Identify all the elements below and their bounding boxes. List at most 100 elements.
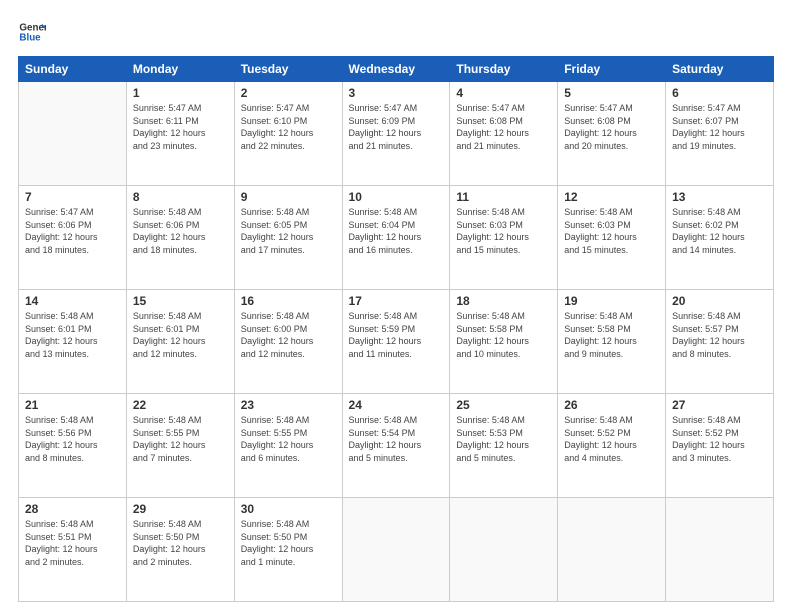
day-number: 15 [133, 294, 228, 308]
day-info: Sunrise: 5:48 AM Sunset: 5:56 PM Dayligh… [25, 414, 120, 464]
day-info: Sunrise: 5:48 AM Sunset: 5:52 PM Dayligh… [564, 414, 659, 464]
day-number: 11 [456, 190, 551, 204]
day-info: Sunrise: 5:48 AM Sunset: 5:50 PM Dayligh… [133, 518, 228, 568]
day-number: 21 [25, 398, 120, 412]
day-number: 3 [349, 86, 444, 100]
calendar-cell: 16 Sunrise: 5:48 AM Sunset: 6:00 PM Dayli… [234, 290, 342, 394]
weekday-header: Saturday [666, 57, 774, 82]
calendar-cell [558, 498, 666, 602]
calendar-cell: 26 Sunrise: 5:48 AM Sunset: 5:52 PM Dayli… [558, 394, 666, 498]
calendar-cell: 7 Sunrise: 5:47 AM Sunset: 6:06 PM Daylig… [19, 186, 127, 290]
weekday-header: Tuesday [234, 57, 342, 82]
svg-text:Blue: Blue [19, 32, 41, 43]
calendar-cell: 13 Sunrise: 5:48 AM Sunset: 6:02 PM Dayli… [666, 186, 774, 290]
weekday-header: Wednesday [342, 57, 450, 82]
calendar-cell [19, 82, 127, 186]
day-number: 10 [349, 190, 444, 204]
calendar-cell: 15 Sunrise: 5:48 AM Sunset: 6:01 PM Dayli… [126, 290, 234, 394]
calendar-cell: 23 Sunrise: 5:48 AM Sunset: 5:55 PM Dayli… [234, 394, 342, 498]
calendar-table: SundayMondayTuesdayWednesdayThursdayFrid… [18, 56, 774, 602]
day-info: Sunrise: 5:47 AM Sunset: 6:08 PM Dayligh… [564, 102, 659, 152]
day-number: 12 [564, 190, 659, 204]
calendar-cell [666, 498, 774, 602]
calendar-cell: 10 Sunrise: 5:48 AM Sunset: 6:04 PM Dayli… [342, 186, 450, 290]
day-number: 4 [456, 86, 551, 100]
day-number: 27 [672, 398, 767, 412]
day-number: 25 [456, 398, 551, 412]
day-number: 8 [133, 190, 228, 204]
day-info: Sunrise: 5:48 AM Sunset: 6:00 PM Dayligh… [241, 310, 336, 360]
day-number: 29 [133, 502, 228, 516]
day-info: Sunrise: 5:48 AM Sunset: 5:59 PM Dayligh… [349, 310, 444, 360]
day-number: 6 [672, 86, 767, 100]
calendar-cell: 21 Sunrise: 5:48 AM Sunset: 5:56 PM Dayli… [19, 394, 127, 498]
day-number: 17 [349, 294, 444, 308]
day-number: 1 [133, 86, 228, 100]
day-info: Sunrise: 5:48 AM Sunset: 6:02 PM Dayligh… [672, 206, 767, 256]
day-number: 16 [241, 294, 336, 308]
calendar-cell [450, 498, 558, 602]
calendar-cell: 30Sunrise: 5:48 AM Sunset: 5:50 PM Dayli… [234, 498, 342, 602]
calendar-cell: 4 Sunrise: 5:47 AM Sunset: 6:08 PM Daylig… [450, 82, 558, 186]
day-info: Sunrise: 5:48 AM Sunset: 6:01 PM Dayligh… [133, 310, 228, 360]
calendar-cell: 29 Sunrise: 5:48 AM Sunset: 5:50 PM Dayli… [126, 498, 234, 602]
day-number: 19 [564, 294, 659, 308]
day-number: 5 [564, 86, 659, 100]
calendar-cell: 22 Sunrise: 5:48 AM Sunset: 5:55 PM Dayli… [126, 394, 234, 498]
day-info: Sunrise: 5:47 AM Sunset: 6:08 PM Dayligh… [456, 102, 551, 152]
weekday-header: Monday [126, 57, 234, 82]
day-number: 20 [672, 294, 767, 308]
day-number: 24 [349, 398, 444, 412]
calendar-cell: 1 Sunrise: 5:47 AM Sunset: 6:11 PM Daylig… [126, 82, 234, 186]
calendar-cell: 18 Sunrise: 5:48 AM Sunset: 5:58 PM Dayli… [450, 290, 558, 394]
logo: General Blue [18, 18, 46, 46]
calendar-cell: 28 Sunrise: 5:48 AM Sunset: 5:51 PM Dayli… [19, 498, 127, 602]
day-info: Sunrise: 5:48 AM Sunset: 5:54 PM Dayligh… [349, 414, 444, 464]
day-number: 14 [25, 294, 120, 308]
day-info: Sunrise: 5:47 AM Sunset: 6:11 PM Dayligh… [133, 102, 228, 152]
day-number: 18 [456, 294, 551, 308]
calendar-cell: 5 Sunrise: 5:47 AM Sunset: 6:08 PM Daylig… [558, 82, 666, 186]
calendar-cell: 12 Sunrise: 5:48 AM Sunset: 6:03 PM Dayli… [558, 186, 666, 290]
day-info: Sunrise: 5:47 AM Sunset: 6:07 PM Dayligh… [672, 102, 767, 152]
day-info: Sunrise: 5:48 AM Sunset: 5:53 PM Dayligh… [456, 414, 551, 464]
day-info: Sunrise: 5:48 AM Sunset: 6:01 PM Dayligh… [25, 310, 120, 360]
calendar-cell: 6 Sunrise: 5:47 AM Sunset: 6:07 PM Daylig… [666, 82, 774, 186]
day-info: Sunrise: 5:48 AM Sunset: 5:52 PM Dayligh… [672, 414, 767, 464]
day-number: 7 [25, 190, 120, 204]
calendar-cell: 9 Sunrise: 5:48 AM Sunset: 6:05 PM Daylig… [234, 186, 342, 290]
calendar-cell: 3 Sunrise: 5:47 AM Sunset: 6:09 PM Daylig… [342, 82, 450, 186]
day-info: Sunrise: 5:48 AM Sunset: 6:05 PM Dayligh… [241, 206, 336, 256]
day-number: 9 [241, 190, 336, 204]
day-info: Sunrise: 5:48 AM Sunset: 6:03 PM Dayligh… [564, 206, 659, 256]
day-info: Sunrise: 5:48 AM Sunset: 5:51 PM Dayligh… [25, 518, 120, 568]
header: General Blue [18, 18, 774, 46]
calendar-cell: 27 Sunrise: 5:48 AM Sunset: 5:52 PM Dayli… [666, 394, 774, 498]
day-info: Sunrise: 5:48 AM Sunset: 5:58 PM Dayligh… [564, 310, 659, 360]
calendar-cell: 17 Sunrise: 5:48 AM Sunset: 5:59 PM Dayli… [342, 290, 450, 394]
calendar-cell: 20 Sunrise: 5:48 AM Sunset: 5:57 PM Dayli… [666, 290, 774, 394]
day-info: Sunrise: 5:48 AM Sunset: 5:55 PM Dayligh… [133, 414, 228, 464]
day-info: Sunrise: 5:48 AM Sunset: 5:58 PM Dayligh… [456, 310, 551, 360]
day-info: Sunrise: 5:47 AM Sunset: 6:06 PM Dayligh… [25, 206, 120, 256]
calendar-cell [342, 498, 450, 602]
day-info: Sunrise: 5:48 AM Sunset: 6:04 PM Dayligh… [349, 206, 444, 256]
calendar-cell: 14 Sunrise: 5:48 AM Sunset: 6:01 PM Dayli… [19, 290, 127, 394]
day-number: 13 [672, 190, 767, 204]
day-info: Sunrise: 5:47 AM Sunset: 6:10 PM Dayligh… [241, 102, 336, 152]
day-number: 26 [564, 398, 659, 412]
day-info: Sunrise: 5:48 AM Sunset: 5:50 PM Dayligh… [241, 518, 336, 568]
weekday-header: Thursday [450, 57, 558, 82]
calendar-cell: 25 Sunrise: 5:48 AM Sunset: 5:53 PM Dayli… [450, 394, 558, 498]
day-info: Sunrise: 5:48 AM Sunset: 5:55 PM Dayligh… [241, 414, 336, 464]
day-info: Sunrise: 5:47 AM Sunset: 6:09 PM Dayligh… [349, 102, 444, 152]
page: General Blue SundayMondayTuesdayWednesda… [0, 0, 792, 612]
day-number: 22 [133, 398, 228, 412]
day-info: Sunrise: 5:48 AM Sunset: 5:57 PM Dayligh… [672, 310, 767, 360]
calendar-cell: 2 Sunrise: 5:47 AM Sunset: 6:10 PM Daylig… [234, 82, 342, 186]
day-number: 28 [25, 502, 120, 516]
logo-icon: General Blue [18, 18, 46, 46]
day-info: Sunrise: 5:48 AM Sunset: 6:03 PM Dayligh… [456, 206, 551, 256]
day-number: 23 [241, 398, 336, 412]
day-number: 2 [241, 86, 336, 100]
